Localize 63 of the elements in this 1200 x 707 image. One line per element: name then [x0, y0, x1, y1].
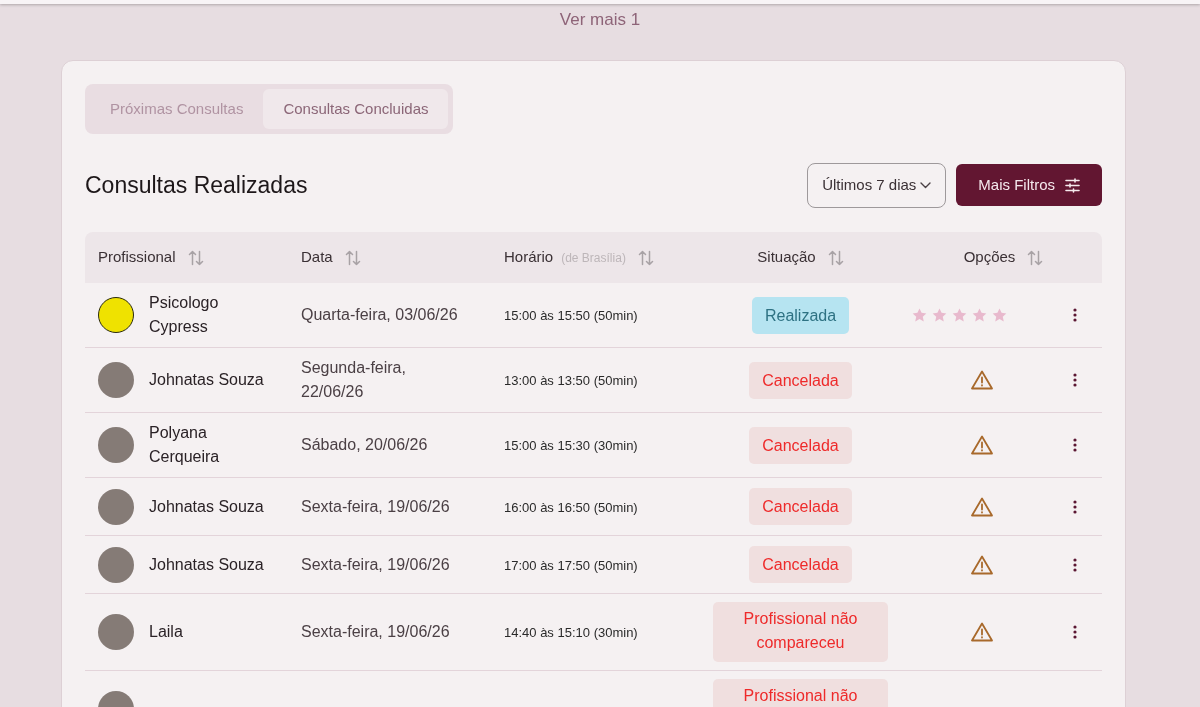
status-badge: Cancelada: [749, 426, 852, 464]
tab[interactable]: Consultas Concluidas: [263, 89, 449, 129]
date-text: Quarta-feira, 03/06/26: [301, 305, 458, 325]
star-icon[interactable]: [972, 308, 987, 322]
star-icon[interactable]: [952, 308, 967, 322]
star-icon[interactable]: [912, 308, 927, 322]
more-options-icon[interactable]: [1073, 373, 1077, 387]
period-dropdown[interactable]: Últimos 7 dias: [807, 162, 947, 208]
star-icon[interactable]: [992, 308, 1007, 322]
status-badge: Profissional não: [713, 679, 888, 707]
date-text: Sexta-feira, 19/06/26: [301, 554, 450, 575]
date-text: Sábado, 20/06/26: [301, 435, 428, 455]
professional-name: Polyana Cerqueira: [149, 423, 221, 467]
star-icon[interactable]: [932, 308, 947, 322]
time-text: 15:00 às 15:50 (50min): [504, 308, 638, 323]
column-header[interactable]: Data: [301, 246, 361, 269]
more-filters-button[interactable]: Mais Filtros: [956, 164, 1102, 206]
professional-name: Johnatas Souza: [149, 370, 264, 390]
avatar-placeholder: [98, 362, 134, 398]
time-text: 16:00 às 16:50 (50min): [504, 499, 638, 515]
sort-icon[interactable]: [827, 249, 844, 266]
column-header[interactable]: Situação: [757, 246, 844, 269]
sort-icon[interactable]: [1027, 249, 1044, 266]
see-more-link[interactable]: Ver mais 1: [559, 8, 641, 32]
avatar-placeholder: [98, 546, 134, 583]
warning-icon[interactable]: [971, 370, 993, 390]
sort-icon[interactable]: [344, 249, 361, 266]
status-badge: Profissional não compareceu: [713, 602, 888, 662]
avatar-placeholder: [98, 427, 134, 463]
status-badge: Cancelada: [749, 488, 852, 525]
section-title: Consultas Realizadas: [85, 170, 308, 200]
chevron-down-icon: [920, 181, 932, 189]
more-options-icon[interactable]: [1073, 308, 1077, 322]
more-options-icon[interactable]: [1073, 499, 1077, 514]
sort-icon[interactable]: [637, 249, 654, 266]
warning-icon[interactable]: [971, 435, 993, 455]
professional-name: Laila: [149, 622, 183, 642]
date-text: Sexta-feira, 19/06/26: [301, 622, 450, 642]
avatar-placeholder: [98, 297, 134, 333]
status-badge: Cancelada: [749, 361, 852, 399]
time-text: 17:00 às 17:50 (50min): [504, 557, 638, 573]
warning-icon[interactable]: [971, 554, 993, 575]
professional-name: Johnatas Souza: [149, 496, 264, 517]
professional-name: Psicologo Cypress: [149, 293, 220, 337]
avatar-placeholder: [98, 614, 134, 650]
column-header[interactable]: Opções: [963, 246, 1044, 269]
sliders-icon: [1065, 177, 1080, 193]
sort-icon[interactable]: [187, 249, 204, 266]
date-text: Segunda-feira, 22/06/26: [301, 358, 407, 402]
column-header[interactable]: Profissional: [98, 246, 204, 269]
warning-icon[interactable]: [971, 622, 993, 642]
time-text: 13:00 às 13:50 (50min): [504, 373, 638, 388]
more-options-icon[interactable]: [1073, 438, 1077, 452]
time-text: 14:40 às 15:10 (30min): [504, 625, 638, 640]
status-badge: Cancelada: [749, 546, 852, 583]
more-options-icon[interactable]: [1073, 557, 1077, 572]
warning-icon[interactable]: [971, 496, 993, 517]
status-badge: Realizada: [751, 296, 850, 334]
avatar-placeholder: [98, 488, 134, 525]
date-text: Sexta-feira, 19/06/26: [301, 496, 450, 517]
time-text: 15:00 às 15:30 (30min): [504, 438, 638, 453]
more-options-icon[interactable]: [1073, 625, 1077, 639]
professional-name: Johnatas Souza: [149, 554, 264, 575]
